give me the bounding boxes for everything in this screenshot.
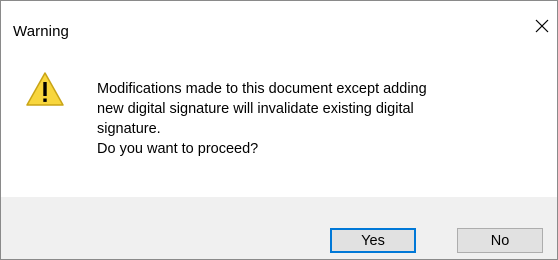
- close-button[interactable]: [527, 9, 557, 43]
- title-bar: Warning: [1, 1, 557, 63]
- warning-dialog: Warning Modifications made to this docum…: [0, 0, 558, 260]
- message-line: Do you want to proceed?: [97, 141, 259, 157]
- dialog-content: Modifications made to this document exce…: [1, 63, 557, 197]
- message-line: Modifications made to this document exce…: [97, 81, 427, 97]
- warning-message: Modifications made to this document exce…: [97, 79, 547, 159]
- no-button[interactable]: No: [457, 228, 543, 253]
- message-line: new digital signature will invalidate ex…: [97, 101, 414, 117]
- dialog-title: Warning: [13, 23, 69, 40]
- close-icon: [535, 19, 549, 33]
- message-line: signature.: [97, 121, 161, 137]
- yes-button[interactable]: Yes: [330, 228, 416, 253]
- warning-triangle-icon: [26, 72, 64, 106]
- button-bar: Yes No: [1, 197, 557, 259]
